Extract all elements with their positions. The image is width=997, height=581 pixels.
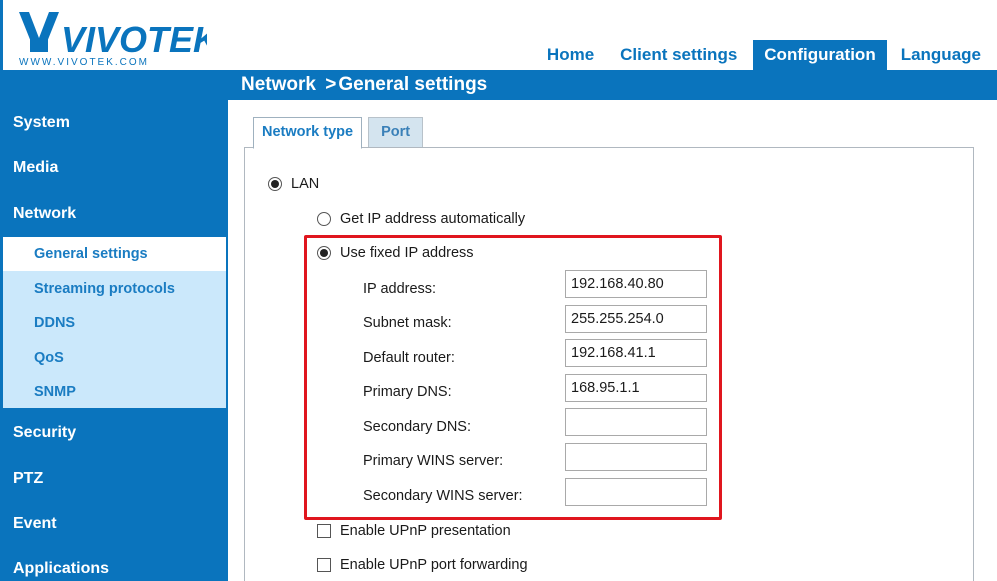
breadcrumb-page: General settings	[338, 74, 488, 95]
tab-network-type[interactable]: Network type	[253, 117, 363, 149]
vivotek-logo[interactable]: VIVOTEK WWW.VIVOTEK.COM	[17, 8, 222, 68]
nav-home[interactable]: Home	[539, 40, 602, 70]
sidebar-item-general-settings[interactable]: General settings	[3, 237, 226, 271]
sidebar-item-security[interactable]: Security	[0, 411, 226, 455]
default-router-input[interactable]	[565, 339, 707, 367]
auto-ip-option[interactable]: Get IP address automatically	[317, 211, 525, 227]
sidebar-item-event[interactable]: Event	[0, 502, 226, 546]
upnp-presentation-label: Enable UPnP presentation	[340, 523, 511, 539]
breadcrumb-separator: >	[325, 74, 337, 95]
upnp-port-forwarding-label: Enable UPnP port forwarding	[340, 557, 528, 573]
network-submenu: General settings Streaming protocols DDN…	[3, 237, 226, 408]
sidebar-item-snmp[interactable]: SNMP	[3, 375, 226, 409]
page-title: Network > General settings	[228, 70, 997, 100]
sidebar: System Media Network General settings St…	[0, 100, 226, 581]
nav-language[interactable]: Language	[893, 40, 989, 70]
tab-port[interactable]: Port	[368, 117, 424, 148]
sidebar-item-ddns[interactable]: DDNS	[3, 306, 226, 340]
lan-label: LAN	[291, 176, 320, 192]
primary-dns-label: Primary DNS:	[363, 384, 452, 400]
upnp-presentation-checkbox[interactable]	[317, 524, 331, 538]
lan-option[interactable]: LAN	[268, 176, 319, 192]
top-nav: Home Client settings Configuration Langu…	[539, 40, 997, 70]
sidebar-item-applications[interactable]: Applications	[0, 547, 226, 581]
upnp-presentation-option[interactable]: Enable UPnP presentation	[317, 523, 511, 539]
content-tabs: Network type Port	[253, 117, 429, 149]
sidebar-item-ptz[interactable]: PTZ	[0, 457, 226, 501]
upnp-port-forwarding-option[interactable]: Enable UPnP port forwarding	[317, 557, 528, 573]
secondary-wins-label: Secondary WINS server:	[363, 488, 523, 504]
sidebar-item-system[interactable]: System	[0, 101, 226, 145]
primary-dns-input[interactable]	[565, 374, 707, 402]
subnet-mask-input[interactable]	[565, 305, 707, 333]
fixed-ip-option[interactable]: Use fixed IP address	[317, 245, 474, 261]
auto-ip-label: Get IP address automatically	[340, 211, 526, 227]
secondary-dns-input[interactable]	[565, 408, 707, 436]
logo-wordmark: VIVOTEK	[61, 19, 207, 60]
vivotek-logo-graphic: VIVOTEK WWW.VIVOTEK.COM	[19, 12, 222, 68]
fixed-ip-radio[interactable]	[317, 246, 331, 260]
sidebar-item-network[interactable]: Network	[0, 192, 226, 236]
subnet-mask-label: Subnet mask:	[363, 315, 452, 331]
logo-url: WWW.VIVOTEK.COM	[19, 57, 149, 66]
fixed-ip-label: Use fixed IP address	[340, 245, 474, 261]
ip-address-label: IP address:	[363, 281, 437, 297]
nav-configuration[interactable]: Configuration	[753, 40, 887, 70]
sidebar-item-streaming-protocols[interactable]: Streaming protocols	[3, 272, 226, 306]
sidebar-item-qos[interactable]: QoS	[3, 341, 226, 375]
sidebar-item-media[interactable]: Media	[0, 146, 226, 190]
header: VIVOTEK WWW.VIVOTEK.COM Home Client sett…	[3, 0, 997, 70]
breadcrumb-section: Network	[241, 74, 316, 95]
primary-wins-input[interactable]	[565, 443, 707, 471]
primary-wins-label: Primary WINS server:	[363, 453, 504, 469]
ip-address-input[interactable]	[565, 270, 707, 298]
secondary-dns-label: Secondary DNS:	[363, 419, 471, 435]
upnp-port-forwarding-checkbox[interactable]	[317, 558, 331, 572]
auto-ip-radio[interactable]	[317, 212, 331, 226]
secondary-wins-input[interactable]	[565, 478, 707, 506]
nav-client-settings[interactable]: Client settings	[612, 40, 745, 70]
default-router-label: Default router:	[363, 350, 455, 366]
lan-radio[interactable]	[268, 177, 282, 191]
